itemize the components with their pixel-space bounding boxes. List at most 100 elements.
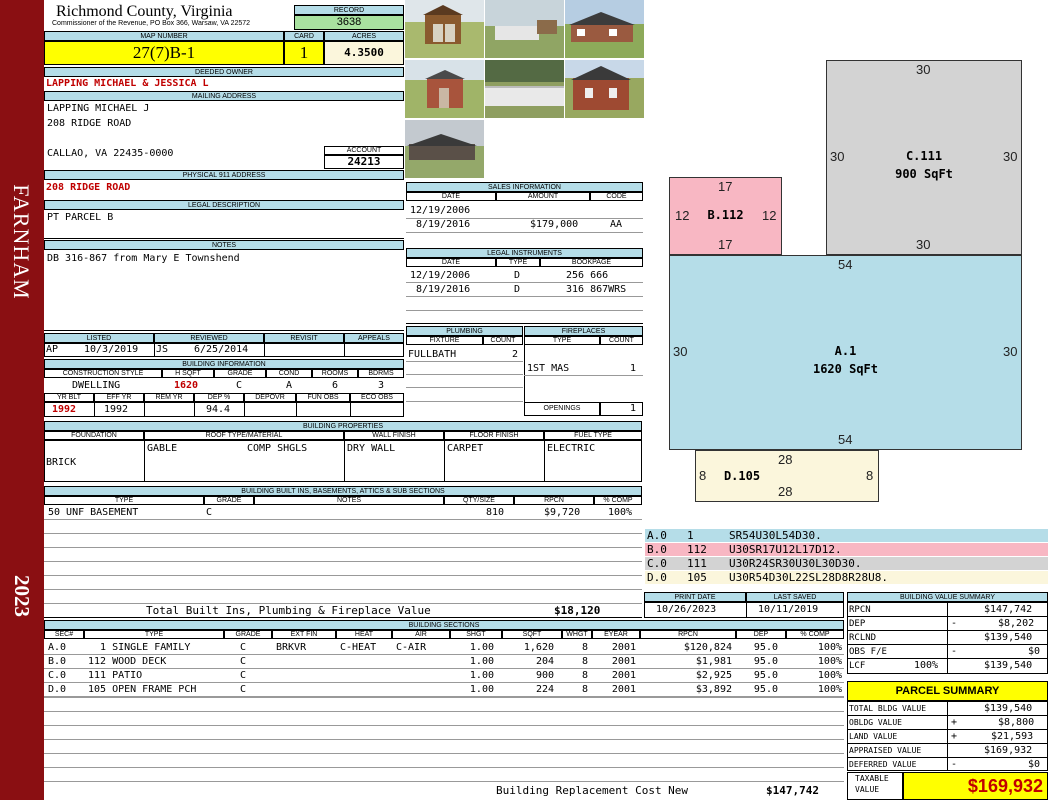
wall-header: WALL FINISH — [344, 431, 444, 440]
section-cell-shgt: 1.00 — [469, 642, 494, 653]
brcn-value: $147,742 — [766, 784, 819, 797]
sketch-c-area: 900 SqFt — [895, 167, 953, 181]
building-cond: A — [286, 380, 293, 391]
vector-code: 1 — [687, 529, 694, 542]
section-row: D.0 105 OPEN FRAME PCH C 1.00 224 8 2001 $3,892… — [44, 683, 844, 697]
plumb-count: 2 — [512, 349, 519, 360]
section-cell-comp: 100% — [817, 642, 842, 653]
section-cell-comp: 100% — [817, 656, 842, 667]
revisit-label: REVISIT — [264, 333, 344, 343]
heated-sqft: 1620 — [174, 380, 199, 391]
vector-vec: U30R24SR30U30L30D30. — [729, 557, 862, 570]
deferred-sign: - — [951, 759, 958, 770]
print-date: 10/26/2023 — [656, 604, 717, 615]
reviewed-date: 6/25/2014 — [194, 344, 249, 355]
yrblt-header: YR BLT — [44, 393, 94, 402]
section-cell-sqft: 204 — [535, 656, 554, 667]
section-cell-eyear: 2001 — [611, 642, 636, 653]
vector-code: 112 — [687, 543, 707, 556]
tbv-value: $139,540 — [984, 703, 1033, 714]
sections-label: BUILDING SECTIONS — [44, 620, 844, 630]
sketch-a-name: A.1 — [834, 344, 857, 358]
mailing-label: MAILING ADDRESS — [44, 91, 404, 101]
sketch-c-top: 30 — [916, 62, 931, 77]
bvs-dep: $8,202 — [998, 618, 1035, 629]
record-label: RECORD — [294, 5, 404, 15]
bi-grade-header: GRADE — [204, 496, 254, 505]
print-date-label: PRINT DATE — [644, 592, 746, 602]
vector-sec: B.0 — [647, 543, 667, 556]
photo-house-front — [565, 0, 644, 58]
section-row: B.0 112 WOOD DECK C 1.00 204 8 2001 $1,981 95.0 1… — [44, 655, 844, 669]
section-cell-ext: BRKVR — [276, 642, 307, 653]
vector-vec: SR54U30L54D30. — [729, 529, 822, 542]
dep-header: DEP % — [194, 393, 244, 402]
section-cell-sec: B.0 — [48, 656, 67, 667]
builtin-comp: 100% — [608, 507, 633, 518]
section-cell-rpcn: $3,892 — [695, 684, 732, 695]
map-label: MAP NUMBER — [44, 31, 284, 41]
inst-date-header: DATE — [406, 258, 496, 267]
notes-label: NOTES — [44, 240, 404, 250]
sketch-b-right: 12 — [762, 208, 777, 223]
appraised-value: $169,932 — [984, 745, 1033, 756]
roof-material: COMP SHGLS — [247, 443, 308, 454]
reviewed-by: JS — [156, 344, 169, 355]
section-header-sec: SEC# — [44, 630, 84, 639]
vector-sec: D.0 — [647, 571, 667, 584]
brcn-label: Building Replacement Cost New — [496, 784, 689, 797]
land-value: $21,593 — [991, 731, 1034, 742]
bvs-lcf-label: LCF — [849, 661, 866, 671]
wall-finish: DRY WALL — [347, 443, 396, 454]
inst-row-1-book: 256 666 — [566, 270, 609, 281]
openings-value: 1 — [600, 402, 643, 416]
map-number: 27(7)B-1 — [44, 41, 284, 65]
openings-label: OPENINGS — [524, 402, 600, 416]
section-cell-air: C-AIR — [396, 642, 427, 653]
section-header-rpcn: RPCN — [640, 630, 736, 639]
bvs-rpcn-label: RPCN — [849, 605, 871, 615]
obldg-sign: + — [951, 717, 958, 728]
sketch-c-left: 30 — [830, 149, 845, 164]
bvs-lcf: $139,540 — [984, 660, 1033, 671]
sales-amount-header: AMOUNT — [496, 192, 590, 201]
section-cell-dep: 95.0 — [753, 642, 778, 653]
cond-header: COND — [266, 369, 312, 378]
vector-sec: A.0 — [647, 529, 667, 542]
section-cell-whgt: 8 — [581, 656, 588, 667]
listed-date: 10/3/2019 — [84, 344, 139, 355]
section-header-whgt: WHGT — [562, 630, 592, 639]
inst-row-2-book: 316 867WRS — [566, 284, 627, 295]
vector-code: 105 — [687, 571, 707, 584]
section-header-eyear: EYEAR — [592, 630, 640, 639]
building-info-label: BUILDING INFORMATION — [44, 359, 404, 369]
sketch-d-name: D.105 — [723, 469, 761, 483]
listed-label: LISTED — [44, 333, 154, 343]
inst-book-header: BOOKPAGE — [540, 258, 643, 267]
sales-date-header: DATE — [406, 192, 496, 201]
taxable-value: $169,932 — [903, 772, 1048, 800]
section-cell-comp: 100% — [817, 670, 842, 681]
builtins-total-label: Total Built Ins, Plumbing & Fireplace Va… — [146, 604, 431, 617]
legal-label: LEGAL DESCRIPTION — [44, 200, 404, 210]
sale-row-2-code: AA — [610, 219, 623, 230]
sketch-c-bottom: 30 — [916, 237, 931, 252]
depovr-header: DEPOVR — [244, 393, 296, 402]
plumbing-label: PLUMBING — [406, 326, 523, 336]
section-cell-shgt: 1.00 — [469, 670, 494, 681]
fuel-type: ELECTRIC — [547, 443, 596, 454]
plumb-count-header: COUNT — [483, 336, 523, 345]
fire-type-header: TYPE — [524, 336, 600, 345]
photo-fence — [485, 60, 564, 118]
vector-vec: U30R54D30L22SL28D8R28U8. — [729, 571, 888, 584]
builtins-label: BUILDING BUILT INS, BASEMENTS, ATTICS & … — [44, 486, 642, 496]
fire-count: 1 — [630, 363, 637, 374]
mailing-line2: 208 RIDGE ROAD — [47, 118, 132, 129]
section-cell-whgt: 8 — [581, 642, 588, 653]
fire-type: 1ST MAS — [527, 363, 570, 374]
photo-shed — [405, 0, 484, 58]
section-cell-sec: D.0 — [48, 684, 67, 695]
sketch-a-top: 54 — [838, 257, 853, 272]
section-cell-sqft: 1,620 — [523, 642, 554, 653]
sketch-d-top: 28 — [778, 452, 793, 467]
